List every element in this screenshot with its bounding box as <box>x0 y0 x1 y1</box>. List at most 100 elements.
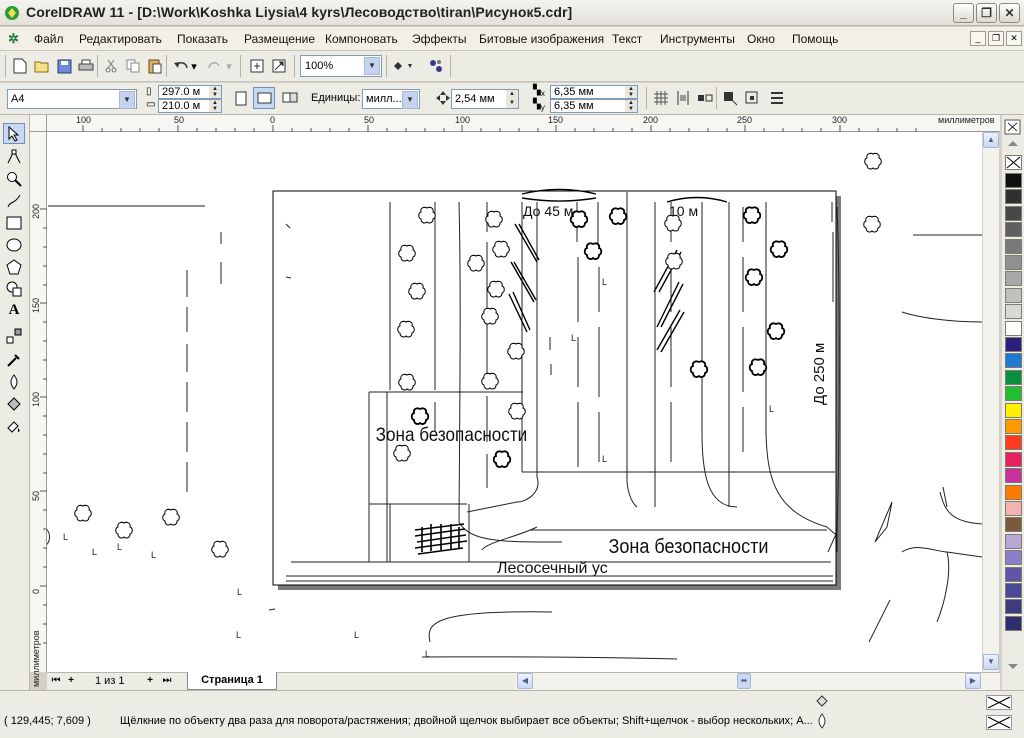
undo-dropdown-icon[interactable]: ▾ <box>189 55 199 77</box>
color-swatch[interactable] <box>1005 189 1022 205</box>
color-swatch[interactable] <box>1005 419 1022 434</box>
color-swatch[interactable] <box>1005 271 1022 287</box>
add-page-before-icon[interactable]: + <box>64 674 78 689</box>
redo-dropdown-icon[interactable]: ▾ <box>224 55 234 77</box>
color-swatch[interactable] <box>1005 550 1022 566</box>
close-button[interactable]: ✕ <box>999 3 1020 23</box>
first-page-icon[interactable]: ⏮ <box>49 674 63 689</box>
color-swatch[interactable] <box>1005 353 1022 369</box>
polygon-tool-icon[interactable] <box>3 256 25 277</box>
menu-effects[interactable]: Эффекты <box>412 32 467 46</box>
paste-icon[interactable] <box>144 55 166 77</box>
outline-indicator-icon[interactable] <box>816 713 828 732</box>
scale-pattern-icon[interactable] <box>741 87 763 109</box>
copy-icon[interactable] <box>122 55 144 77</box>
text-tool-icon[interactable]: A <box>3 300 25 321</box>
fill-indicator-icon[interactable] <box>814 693 830 712</box>
application-launcher-icon[interactable] <box>390 55 418 77</box>
color-swatch[interactable] <box>1005 238 1022 254</box>
redo-icon[interactable] <box>204 55 226 77</box>
page-width-field[interactable]: 297.0 м ▲ ▼ <box>158 85 222 99</box>
menu-tools[interactable]: Инструменты <box>660 32 735 46</box>
drawing-canvas[interactable]: L L L L L L L L L L L L До 45 м 10 м Зона безопа… <box>47 132 982 672</box>
color-swatch[interactable] <box>1005 320 1022 336</box>
color-swatch[interactable] <box>1005 566 1022 582</box>
fill-color-swatch-icon[interactable] <box>986 695 1012 710</box>
menu-edit[interactable]: Редактировать <box>79 32 162 46</box>
fill-tool-icon[interactable] <box>3 393 25 414</box>
open-icon[interactable] <box>31 55 53 77</box>
basic-shapes-icon[interactable] <box>3 278 25 299</box>
import-icon[interactable] <box>246 55 268 77</box>
scroll-thumb[interactable]: ⬌ <box>737 673 751 689</box>
nudge-field[interactable]: 2,54 мм ▲ ▼ <box>451 89 519 109</box>
color-swatch[interactable] <box>1005 173 1022 188</box>
chevron-down-icon[interactable]: ▼ <box>119 91 135 109</box>
zoom-tool-icon[interactable] <box>3 168 25 189</box>
menu-view[interactable]: Показать <box>177 32 228 46</box>
portrait-orientation-icon[interactable] <box>230 87 252 109</box>
outline-color-swatch-icon[interactable] <box>986 715 1012 730</box>
menu-text[interactable]: Текст <box>612 32 642 46</box>
color-swatch[interactable] <box>1005 533 1022 549</box>
menu-layout[interactable]: Размещение <box>244 32 315 46</box>
color-swatch[interactable] <box>1005 222 1022 238</box>
color-swatch[interactable] <box>1005 337 1022 352</box>
color-swatch[interactable] <box>1005 402 1022 418</box>
options-icon[interactable] <box>766 87 788 109</box>
page-height-field[interactable]: 210.0 м ▲ ▼ <box>158 99 222 113</box>
ellipse-tool-icon[interactable] <box>3 234 25 255</box>
add-page-after-icon[interactable]: + <box>143 674 157 689</box>
tab-page-1[interactable]: Страница 1 <box>187 672 277 690</box>
snap-to-grid-icon[interactable] <box>650 87 672 109</box>
maximize-button[interactable]: ❐ <box>976 3 997 23</box>
color-swatch[interactable] <box>1005 451 1022 467</box>
color-swatch[interactable] <box>1005 583 1022 598</box>
rectangle-tool-icon[interactable] <box>3 212 25 233</box>
spin-arrows-icon[interactable]: ▲ ▼ <box>506 90 518 108</box>
export-icon[interactable] <box>268 55 290 77</box>
menu-help[interactable]: Помощь <box>792 32 838 46</box>
horizontal-scrollbar[interactable]: ◀ ⬌ ▶ <box>515 672 1000 690</box>
ruler-origin[interactable] <box>30 115 47 132</box>
vertical-scrollbar[interactable]: ▲ ▼ <box>982 132 999 672</box>
color-swatch[interactable] <box>1005 615 1022 631</box>
paper-type-select[interactable]: A4 ▼ <box>7 89 137 109</box>
document-icon[interactable]: ✲ <box>8 31 24 47</box>
save-icon[interactable] <box>53 55 75 77</box>
duplicate-y-field[interactable]: 6,35 мм ▲ ▼ <box>550 99 638 113</box>
color-swatch[interactable] <box>1005 484 1022 500</box>
spin-arrows-icon[interactable]: ▲ ▼ <box>209 100 221 112</box>
doc-restore-button[interactable]: ❐ <box>988 31 1004 46</box>
color-swatch[interactable] <box>1005 501 1022 516</box>
snap-to-guidelines-icon[interactable] <box>672 87 694 109</box>
color-swatch[interactable] <box>1005 435 1022 451</box>
color-swatch[interactable] <box>1005 369 1022 385</box>
color-swatch[interactable] <box>1005 304 1022 320</box>
units-select[interactable]: милл... ▼ <box>362 89 420 109</box>
last-page-icon[interactable]: ⏭ <box>160 674 174 689</box>
color-swatch[interactable] <box>1005 386 1022 402</box>
outline-tool-icon[interactable] <box>3 371 25 392</box>
treat-as-filled-icon[interactable] <box>719 87 741 109</box>
menu-file[interactable]: Файл <box>34 32 64 46</box>
chevron-down-icon[interactable]: ▼ <box>402 91 418 109</box>
zoom-level-select[interactable]: 100% ▼ <box>300 55 382 77</box>
scroll-right-icon[interactable]: ▶ <box>965 673 981 689</box>
interactive-fill-icon[interactable] <box>3 415 25 436</box>
menu-bitmaps[interactable]: Битовые изображения <box>479 32 604 46</box>
snap-to-objects-icon[interactable] <box>694 87 716 109</box>
menu-arrange[interactable]: Компоновать <box>325 32 398 46</box>
scroll-down-icon[interactable]: ▼ <box>983 654 999 670</box>
duplicate-x-field[interactable]: 6,35 мм ▲ ▼ <box>550 85 638 99</box>
eyedropper-icon[interactable] <box>3 349 25 370</box>
color-swatch[interactable] <box>1005 599 1022 615</box>
print-icon[interactable] <box>75 55 97 77</box>
chevron-down-icon[interactable]: ▼ <box>364 57 380 75</box>
color-swatch[interactable] <box>1005 287 1022 303</box>
color-swatch[interactable] <box>1005 468 1022 484</box>
color-swatch[interactable] <box>1005 205 1022 221</box>
spin-arrows-icon[interactable]: ▲ ▼ <box>209 86 221 98</box>
scroll-left-icon[interactable]: ◀ <box>517 673 533 689</box>
page-layout-icon[interactable] <box>279 87 301 109</box>
